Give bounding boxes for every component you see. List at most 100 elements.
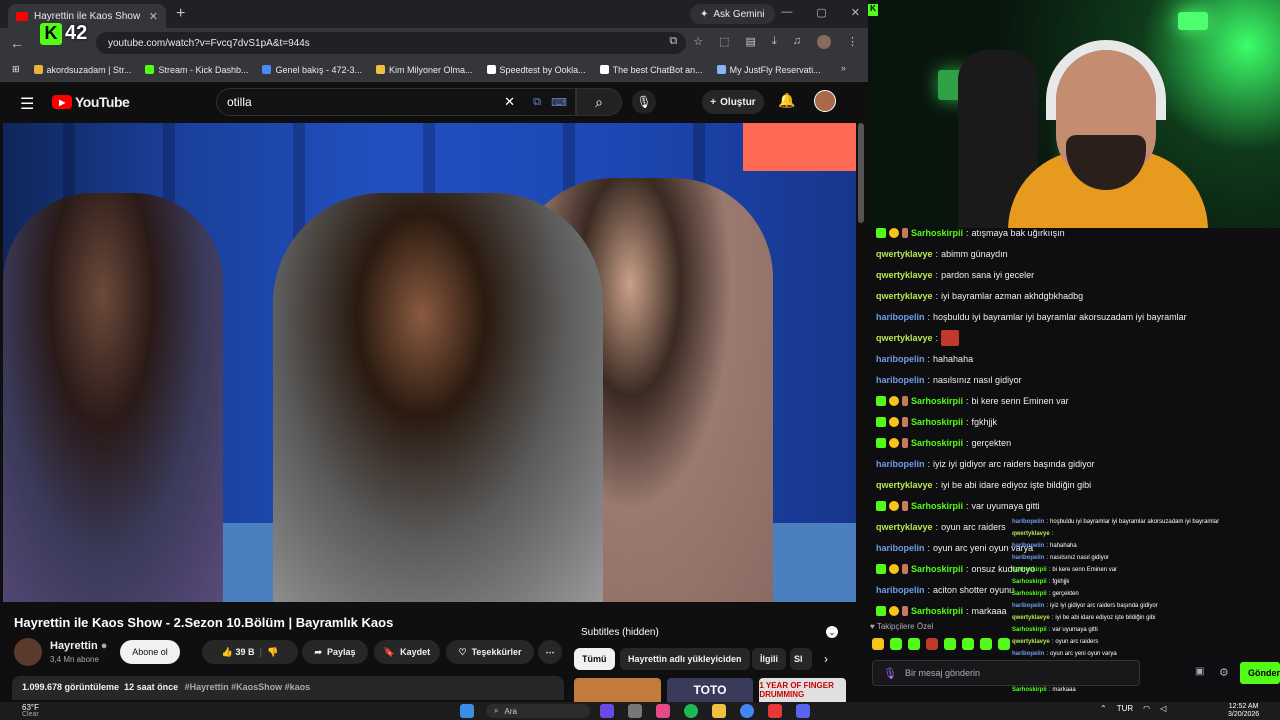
gift-icon[interactable]: ▣ [1195, 666, 1204, 677]
url-field[interactable]: youtube.com/watch?v=Fvcq7dvS1pA&t=944s [96, 32, 686, 54]
chat-username[interactable]: haribopelin [876, 585, 925, 595]
extensions-icon[interactable]: ⬚ [719, 35, 729, 49]
language-indicator[interactable]: TUR [1117, 704, 1133, 713]
close-window-icon[interactable]: ✕ [851, 6, 860, 19]
chat-username[interactable]: haribopelin [876, 354, 925, 364]
chevron-up-icon[interactable]: ⌃ [1100, 704, 1107, 713]
settings-gear-icon[interactable]: ⚙ [1219, 666, 1229, 679]
maximize-icon[interactable]: ▢ [816, 6, 826, 19]
media-icon[interactable]: ♫ [793, 35, 801, 49]
chat-username[interactable]: Sarhoskirpii [911, 417, 963, 427]
chat-username[interactable]: qwertyklavye [876, 480, 933, 490]
chat-username[interactable]: Sarhoskirpii [911, 606, 963, 616]
chat-username[interactable]: Sarhoskirpii [911, 501, 963, 511]
chat-username[interactable]: haribopelin [876, 312, 925, 322]
search-button[interactable]: ⌕ [576, 88, 622, 116]
bookmark-7[interactable]: My JustFly Reservati... [716, 65, 821, 75]
chat-username[interactable]: haribopelin [876, 543, 925, 553]
thumbnail-1[interactable] [574, 678, 661, 702]
more-actions-button[interactable]: ⋯ [538, 640, 562, 664]
voice-search-button[interactable]: 🎙 [632, 90, 656, 114]
chat-username[interactable]: haribopelin [876, 375, 925, 385]
share-button[interactable]: ➦ Paylaş [302, 640, 368, 664]
hamburger-menu-icon[interactable]: ☰ [20, 94, 34, 114]
wifi-icon[interactable]: ◠ [1143, 704, 1150, 713]
chat-username[interactable]: Sarhoskirpii [911, 564, 963, 574]
user-avatar[interactable] [814, 90, 836, 112]
video-player[interactable] [3, 123, 856, 602]
emote-icon[interactable] [998, 638, 1010, 650]
chat-username[interactable]: qwertyklavye [876, 270, 933, 280]
channel-name[interactable]: Hayrettin ● [50, 640, 107, 652]
chat-username[interactable]: qwertyklavye [876, 522, 933, 532]
minimize-icon[interactable]: — [781, 6, 792, 19]
microphone-icon[interactable]: 🎙 [883, 667, 897, 680]
chip-uploader[interactable]: Hayrettin adlı yükleyiciden [620, 648, 750, 670]
taskbar-search[interactable]: ⌕ Ara [486, 704, 590, 718]
sidebar-icon[interactable]: ▤ [745, 35, 755, 49]
app-icon[interactable] [600, 704, 614, 718]
chat-username[interactable]: Sarhoskirpii [911, 228, 963, 238]
cast-icon[interactable]: ⧉ [669, 35, 677, 49]
emote-icon[interactable] [890, 638, 902, 650]
like-button[interactable]: 👍 39 B [222, 647, 255, 658]
emote-icon[interactable] [962, 638, 974, 650]
weather-widget[interactable]: 63°F Clear [22, 704, 39, 719]
discord-icon[interactable] [796, 704, 810, 718]
create-button[interactable]: + Oluştur [702, 90, 764, 114]
chat-username[interactable]: qwertyklavye [876, 291, 933, 301]
translate-icon[interactable]: ⧉ [533, 96, 541, 109]
page-scrollbar[interactable] [858, 123, 864, 223]
chrome-icon[interactable] [740, 704, 754, 718]
more-bookmarks-icon[interactable]: » [841, 63, 846, 73]
bookmark-6[interactable]: The best ChatBot an... [599, 65, 703, 75]
chat-username[interactable]: Sarhoskirpii [911, 438, 963, 448]
chat-username[interactable]: qwertyklavye [876, 333, 933, 343]
emote-icon[interactable] [980, 638, 992, 650]
bookmark-2[interactable]: Stream - Kick Dashb... [145, 65, 248, 75]
chevron-right-icon[interactable]: › [824, 652, 828, 666]
menu-dots-icon[interactable]: ⋮ [847, 35, 858, 49]
ask-gemini-button[interactable]: ✦ Ask Gemini [690, 4, 775, 24]
app-icon[interactable] [656, 704, 670, 718]
app-icon[interactable] [628, 704, 642, 718]
chip-related[interactable]: İlgili [752, 648, 786, 670]
chat-username[interactable]: Sarhoskirpii [911, 396, 963, 406]
search-input[interactable]: otilla ✕ ⧉ ⌨ [216, 88, 576, 116]
apps-grid-icon[interactable]: ⊞ [12, 64, 20, 75]
thanks-button[interactable]: ♡ Teşekkürler [446, 640, 534, 664]
chat-username[interactable]: haribopelin [876, 459, 925, 469]
windows-start-icon[interactable] [460, 704, 474, 718]
bookmark-5[interactable]: Speedtest by Ookla... [486, 65, 586, 75]
back-arrow-icon[interactable]: ← [10, 35, 26, 51]
channel-avatar[interactable] [14, 638, 42, 666]
emote-icon[interactable] [926, 638, 938, 650]
dislike-button[interactable]: 👎 [267, 647, 278, 658]
emote-icon[interactable] [944, 638, 956, 650]
thumbnail-3[interactable]: 1 YEAR OF FINGER DRUMMING [759, 678, 847, 702]
spotify-icon[interactable] [684, 704, 698, 718]
app-icon[interactable] [768, 704, 782, 718]
system-clock[interactable]: 12:52 AM 3/20/2026 [1228, 703, 1259, 719]
youtube-logo[interactable]: ▶ YouTube [52, 94, 130, 110]
send-button[interactable]: Gönder [1240, 662, 1280, 684]
emote-icon[interactable] [872, 638, 884, 650]
emote-icon[interactable] [908, 638, 920, 650]
bookmark-3[interactable]: Genel bakış - 472-3... [262, 65, 362, 75]
new-tab-icon[interactable]: + [176, 5, 185, 23]
notifications-bell-icon[interactable]: 🔔 [778, 92, 795, 109]
description-box[interactable]: 1.099.678 görüntüleme 12 saat önce #Hayr… [12, 676, 564, 700]
subscribe-button[interactable]: Abone ol [120, 640, 180, 664]
thumbnail-2[interactable]: TOTO [666, 678, 754, 702]
chat-username[interactable]: qwertyklavye [876, 249, 933, 259]
file-explorer-icon[interactable] [712, 704, 726, 718]
save-button[interactable]: 🔖 Kaydet [374, 640, 440, 664]
chevron-down-icon[interactable]: ⌄ [826, 626, 838, 638]
keyboard-icon[interactable]: ⌨ [551, 96, 567, 109]
chip-all[interactable]: Tümü [574, 648, 615, 670]
bookmark-star-icon[interactable]: ☆ [693, 35, 703, 49]
clear-search-icon[interactable]: ✕ [504, 94, 515, 110]
profile-icon[interactable] [817, 35, 831, 49]
volume-icon[interactable]: ◁ [1160, 704, 1166, 713]
subtitles-panel[interactable]: Subtitles (hidden) ⌄ [574, 622, 844, 642]
